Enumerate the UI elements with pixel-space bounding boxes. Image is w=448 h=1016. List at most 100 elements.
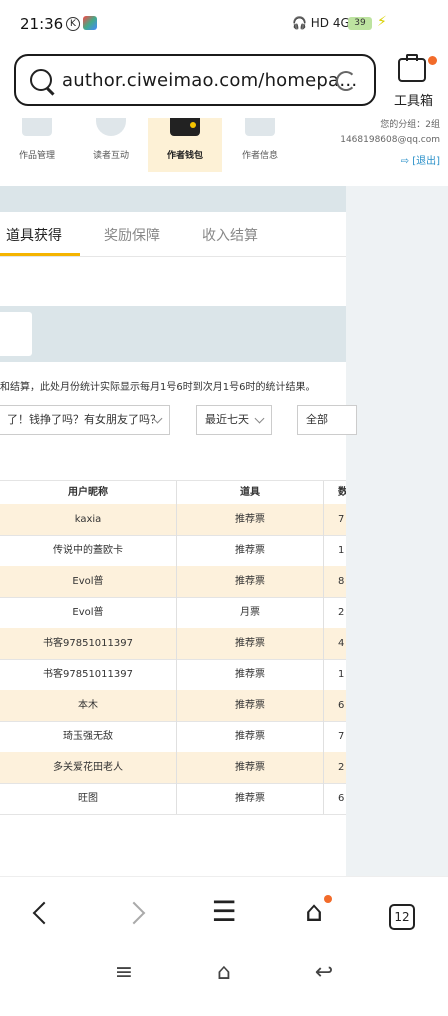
cell-count: 1: [338, 545, 345, 556]
table-row[interactable]: 书客97851011397 推荐票 1: [0, 659, 346, 691]
table-header: 用户昵称 道具 数: [0, 480, 346, 506]
table-row[interactable]: Evol普 推荐票 8: [0, 566, 346, 598]
account-info: 您的分组：2组 1468198608@qq.com: [330, 118, 440, 148]
system-menu-button[interactable]: ≡: [84, 946, 164, 1016]
back-button[interactable]: [4, 877, 84, 947]
browser-bottom-bar: ☰ ⌂ 12: [0, 876, 448, 947]
cell-item: 推荐票: [177, 690, 324, 721]
nav-item-readers[interactable]: 读者互动: [80, 118, 140, 172]
tab-item-gain[interactable]: 道具获得: [6, 225, 62, 245]
range-select-value: 最近七天: [205, 413, 249, 426]
header-count: 数: [338, 487, 346, 498]
cell-user: Evol普: [0, 566, 177, 597]
logout-icon: ⇨: [400, 156, 413, 167]
menu-icon: ☰: [211, 895, 237, 928]
url-text[interactable]: author.ciweimao.com/homepa…: [62, 70, 357, 91]
cell-count: 8: [338, 576, 345, 587]
account-email: 1468198608@qq.com: [340, 135, 440, 145]
tabs-button[interactable]: 12: [362, 877, 442, 947]
forward-arrow-icon: [122, 901, 146, 925]
nav-label: 作品管理: [18, 151, 55, 161]
charging-icon: ⚡: [377, 14, 387, 30]
type-select[interactable]: 全部: [297, 405, 357, 435]
cell-item: 推荐票: [177, 659, 324, 690]
range-select[interactable]: 最近七天: [196, 405, 272, 435]
table-row[interactable]: Evol普 月票 2: [0, 597, 346, 629]
menu-button[interactable]: ☰: [184, 877, 264, 947]
book-icon: [22, 118, 52, 136]
notice-text: 和结算，此处月份统计实际显示每月1号6时到次月1号6时的统计结果。: [0, 382, 316, 393]
panel-header-bar: [0, 186, 346, 212]
cell-count: 7: [338, 731, 345, 742]
clock: 21:36: [20, 15, 64, 33]
wallet-tabs: 道具获得 奖励保障 收入结算: [0, 212, 346, 257]
nav-label: 作者信息: [241, 151, 278, 161]
cell-user: 琦玉强无敌: [0, 721, 177, 752]
table-row[interactable]: 旺图 推荐票 6: [0, 783, 346, 815]
nav-item-profile[interactable]: 作者信息: [229, 118, 289, 172]
notification-dot: [324, 895, 332, 903]
cell-user: 旺图: [0, 783, 177, 814]
cell-user: 传说中的蓋欧卡: [0, 535, 177, 566]
id-card-icon: [245, 118, 275, 136]
table-row[interactable]: 传说中的蓋欧卡 推荐票 1: [0, 535, 346, 567]
system-back-button[interactable]: ↩: [284, 946, 364, 1016]
cell-item: 推荐票: [177, 566, 324, 597]
active-tab-indicator: [0, 253, 80, 256]
tab-reward-guarantee[interactable]: 奖励保障: [104, 225, 160, 245]
cell-item: 推荐票: [177, 721, 324, 752]
chevron-down-icon: [254, 413, 265, 424]
right-gutter: [346, 186, 448, 876]
summary-bar: [0, 306, 346, 362]
cell-item: 推荐票: [177, 752, 324, 783]
battery-icon: 39: [348, 17, 372, 30]
nav-label: 读者互动: [92, 151, 129, 161]
type-select-value: 全部: [306, 413, 328, 426]
cell-item: 推荐票: [177, 504, 324, 535]
home-button[interactable]: ⌂: [274, 877, 354, 947]
logout-label: [退出]: [412, 156, 440, 167]
notification-dot: [428, 56, 437, 65]
system-home-button[interactable]: ⌂: [184, 946, 264, 1016]
nav-label: 作者钱包: [166, 151, 203, 161]
address-bar[interactable]: author.ciweimao.com/homepa…: [14, 54, 376, 106]
app-notification-icon: [83, 16, 97, 30]
table-row[interactable]: 本木 推荐票 6: [0, 690, 346, 722]
tab-income-settlement[interactable]: 收入结算: [202, 225, 258, 245]
toolbox-icon: [398, 54, 426, 82]
cell-item: 月票: [177, 597, 324, 628]
home-icon: ⌂: [305, 895, 323, 928]
toolbox-button[interactable]: 工具箱: [388, 54, 444, 109]
cell-user: 本木: [0, 690, 177, 721]
table-row[interactable]: 琦玉强无敌 推荐票 7: [0, 721, 346, 753]
cell-user: 书客97851011397: [0, 628, 177, 659]
cell-item: 推荐票: [177, 535, 324, 566]
cell-user: 书客97851011397: [0, 659, 177, 690]
cell-item: 推荐票: [177, 783, 324, 814]
chat-icon: [96, 118, 126, 136]
wallet-icon: [170, 118, 200, 136]
header-user: 用户昵称: [0, 481, 177, 505]
toolbox-label: 工具箱: [394, 94, 434, 109]
summary-card: [0, 312, 32, 356]
cell-count: 2: [338, 607, 345, 618]
cell-count: 1: [338, 669, 345, 680]
book-select[interactable]: 了！钱挣了吗？有女朋友了吗？: [0, 405, 170, 435]
nav-item-wallet[interactable]: 作者钱包: [148, 118, 222, 172]
cell-count: 6: [338, 700, 345, 711]
reload-icon[interactable]: [336, 71, 356, 91]
account-group: 您的分组：2组: [380, 120, 440, 130]
table-row[interactable]: 书客97851011397 推荐票 4: [0, 628, 346, 660]
k-icon: K: [66, 17, 80, 31]
cell-user: 多关爱花田老人: [0, 752, 177, 783]
logout-link[interactable]: ⇨ [退出]: [401, 152, 440, 167]
cell-count: 4: [338, 638, 345, 649]
system-nav-bar: ≡ ⌂ ↩: [0, 946, 448, 999]
forward-button[interactable]: [94, 877, 174, 947]
book-select-value: 了！钱挣了吗？有女朋友了吗？: [7, 413, 161, 426]
table-row[interactable]: 多关爱花田老人 推荐票 2: [0, 752, 346, 784]
cell-user: kaxia: [0, 504, 177, 535]
table-row[interactable]: kaxia 推荐票 7: [0, 504, 346, 536]
cell-count: 6: [338, 793, 345, 804]
nav-item-works[interactable]: 作品管理: [6, 118, 66, 172]
